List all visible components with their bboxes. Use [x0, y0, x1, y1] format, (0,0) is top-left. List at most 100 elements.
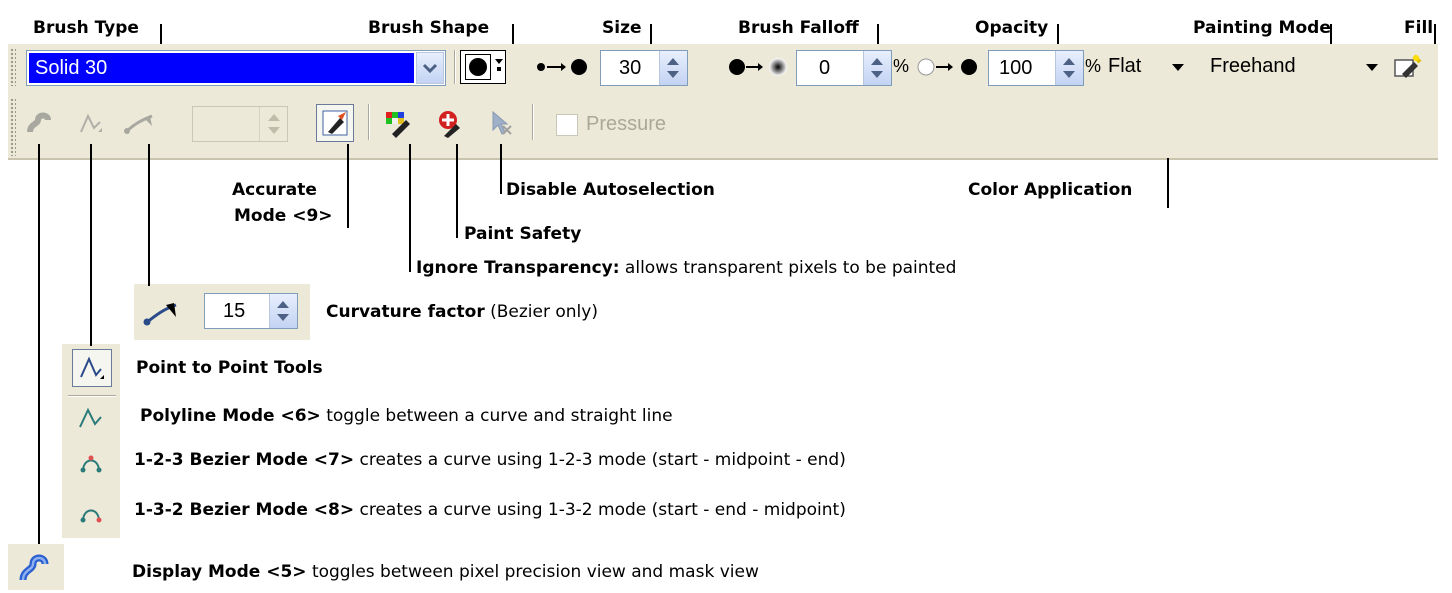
- size-value: 30: [619, 57, 642, 79]
- brush-shape-label: Brush Shape: [368, 18, 490, 38]
- bezier-132-label: 1-3-2 Bezier Mode <8>: [134, 500, 355, 520]
- legend-divider: [68, 395, 116, 397]
- bezier-123-icon: [74, 446, 108, 478]
- curvature-label: Curvature factor: [326, 302, 485, 322]
- fill-bucket-icon: [1394, 54, 1422, 78]
- size-input[interactable]: 30: [600, 50, 688, 86]
- polyline-icon: [80, 113, 102, 133]
- ignore-transparency-leader: [409, 144, 411, 272]
- brush-type-label: Brush Type: [33, 18, 139, 38]
- painting-mode-dropdown[interactable]: Freehand: [1208, 50, 1388, 84]
- accurate-mode-leader: [347, 144, 349, 228]
- pressure-label: Pressure: [586, 113, 667, 135]
- display-mode-annotation: Display Mode <5> toggles between pixel p…: [132, 562, 759, 582]
- opacity-label: Opacity: [975, 18, 1049, 38]
- bezier-132-annotation: 1-3-2 Bezier Mode <8> creates a curve us…: [134, 500, 846, 520]
- brush-type-dropdown-button[interactable]: [416, 52, 444, 84]
- color-application-value: Flat: [1108, 55, 1142, 77]
- toolbar: Solid 30 30 0 % 100 % Flat Freehand Pres…: [8, 44, 1438, 160]
- falloff-unit: %: [893, 56, 910, 76]
- opacity-stepper[interactable]: [1055, 51, 1083, 85]
- disable-autoselection-button[interactable]: [482, 106, 518, 140]
- display-mode-desc: toggles between pixel precision view and…: [306, 562, 759, 582]
- color-application-label: Color Application: [968, 180, 1133, 200]
- falloff-stepper[interactable]: [863, 51, 891, 85]
- accurate-mode-button[interactable]: [316, 104, 354, 142]
- curvature-stepper[interactable]: [269, 294, 297, 328]
- polyline-annotation: Polyline Mode <6> toggle between a curve…: [140, 406, 673, 426]
- opacity-unit: %: [1085, 56, 1102, 76]
- fill-label: Fill: [1404, 18, 1434, 38]
- falloff-input[interactable]: 0: [796, 50, 892, 86]
- chevron-down-icon: [1172, 64, 1184, 71]
- ignore-transparency-desc: allows transparent pixels to be painted: [619, 258, 957, 278]
- ignore-transparency-button[interactable]: [382, 106, 418, 140]
- brush-shape-button[interactable]: [460, 50, 506, 84]
- paint-safety-leader: [456, 144, 458, 238]
- disable-autoselection-icon: [492, 110, 512, 135]
- brush-type-value: Solid 30: [29, 53, 414, 83]
- accurate-mode-label-1: Accurate: [232, 180, 317, 200]
- size-label: Size: [602, 18, 642, 38]
- opacity-value: 100: [999, 57, 1033, 79]
- curvature-annotation: Curvature factor (Bezier only): [326, 302, 598, 322]
- accurate-mode-label-2: Mode <9>: [234, 206, 333, 226]
- opacity-input[interactable]: 100: [988, 50, 1084, 86]
- disable-autoselection-label: Disable Autoselection: [506, 180, 715, 200]
- display-mode-leader: [38, 144, 40, 548]
- size-stepper[interactable]: [659, 51, 687, 85]
- polyline-icon: [74, 402, 108, 434]
- chevron-down-icon: [422, 63, 438, 74]
- opacity-icon: [916, 57, 986, 77]
- point-to-point-button[interactable]: [74, 106, 108, 140]
- ignore-transparency-annotation: Ignore Transparency: allows transparent …: [416, 258, 956, 278]
- bezier-123-desc: creates a curve using 1-2-3 mode (start …: [354, 450, 846, 470]
- display-mode-label: Display Mode <5>: [132, 562, 307, 582]
- toolbar-separator: [368, 104, 370, 140]
- accurate-brush-icon: [322, 110, 348, 136]
- ignore-transparency-icon: [386, 112, 410, 138]
- color-application-dropdown[interactable]: Flat: [1108, 50, 1200, 84]
- curvature-input-disabled: [192, 106, 288, 142]
- color-application-leader: [1167, 158, 1169, 208]
- display-mode-icon: [14, 548, 54, 588]
- brush-falloff-label: Brush Falloff: [738, 18, 859, 38]
- painting-mode-label: Painting Mode: [1193, 18, 1331, 38]
- curvature-tool-button[interactable]: [120, 106, 160, 140]
- paint-safety-icon: [439, 111, 460, 138]
- toolbar-separator: [454, 50, 456, 84]
- polyline-label: Polyline Mode <6>: [140, 406, 321, 426]
- toolbar-grip-row2[interactable]: [10, 98, 16, 156]
- disable-autoselection-leader: [500, 144, 502, 194]
- paint-safety-button[interactable]: [432, 106, 468, 140]
- chevron-down-icon: [495, 59, 503, 64]
- bezier-132-icon: [74, 496, 108, 528]
- fill-button[interactable]: [1390, 50, 1424, 84]
- bezier-132-desc: creates a curve using 1-3-2 mode (start …: [354, 500, 846, 520]
- falloff-value: 0: [819, 57, 831, 79]
- ignore-transparency-label: Ignore Transparency:: [416, 258, 620, 278]
- display-mode-icon: [27, 112, 51, 133]
- pressure-checkbox[interactable]: [556, 114, 578, 136]
- brush-type-dropdown[interactable]: Solid 30: [26, 50, 446, 86]
- bezier-123-annotation: 1-2-3 Bezier Mode <7> creates a curve us…: [134, 450, 846, 470]
- curvature-desc: (Bezier only): [484, 302, 598, 322]
- curvature-leader: [148, 144, 150, 286]
- chevron-down-icon: [1366, 64, 1378, 71]
- brush-type-leader: [160, 24, 162, 46]
- display-mode-button[interactable]: [22, 106, 56, 140]
- round-brush-icon: [469, 58, 487, 76]
- curvature-icon: [140, 292, 184, 332]
- point-to-point-label: Point to Point Tools: [136, 358, 323, 378]
- size-icon: [536, 57, 592, 77]
- bezier-123-label: 1-2-3 Bezier Mode <7>: [134, 450, 355, 470]
- toolbar-separator: [532, 104, 534, 140]
- polyline-desc: toggle between a curve and straight line: [320, 406, 673, 426]
- painting-mode-value: Freehand: [1210, 55, 1296, 77]
- curvature-input[interactable]: 15: [204, 293, 298, 329]
- curvature-icon: [124, 114, 153, 134]
- toolbar-grip-row1[interactable]: [10, 48, 16, 86]
- falloff-icon: [728, 57, 792, 77]
- paint-safety-label: Paint Safety: [464, 224, 582, 244]
- point-to-point-icon: [72, 349, 112, 387]
